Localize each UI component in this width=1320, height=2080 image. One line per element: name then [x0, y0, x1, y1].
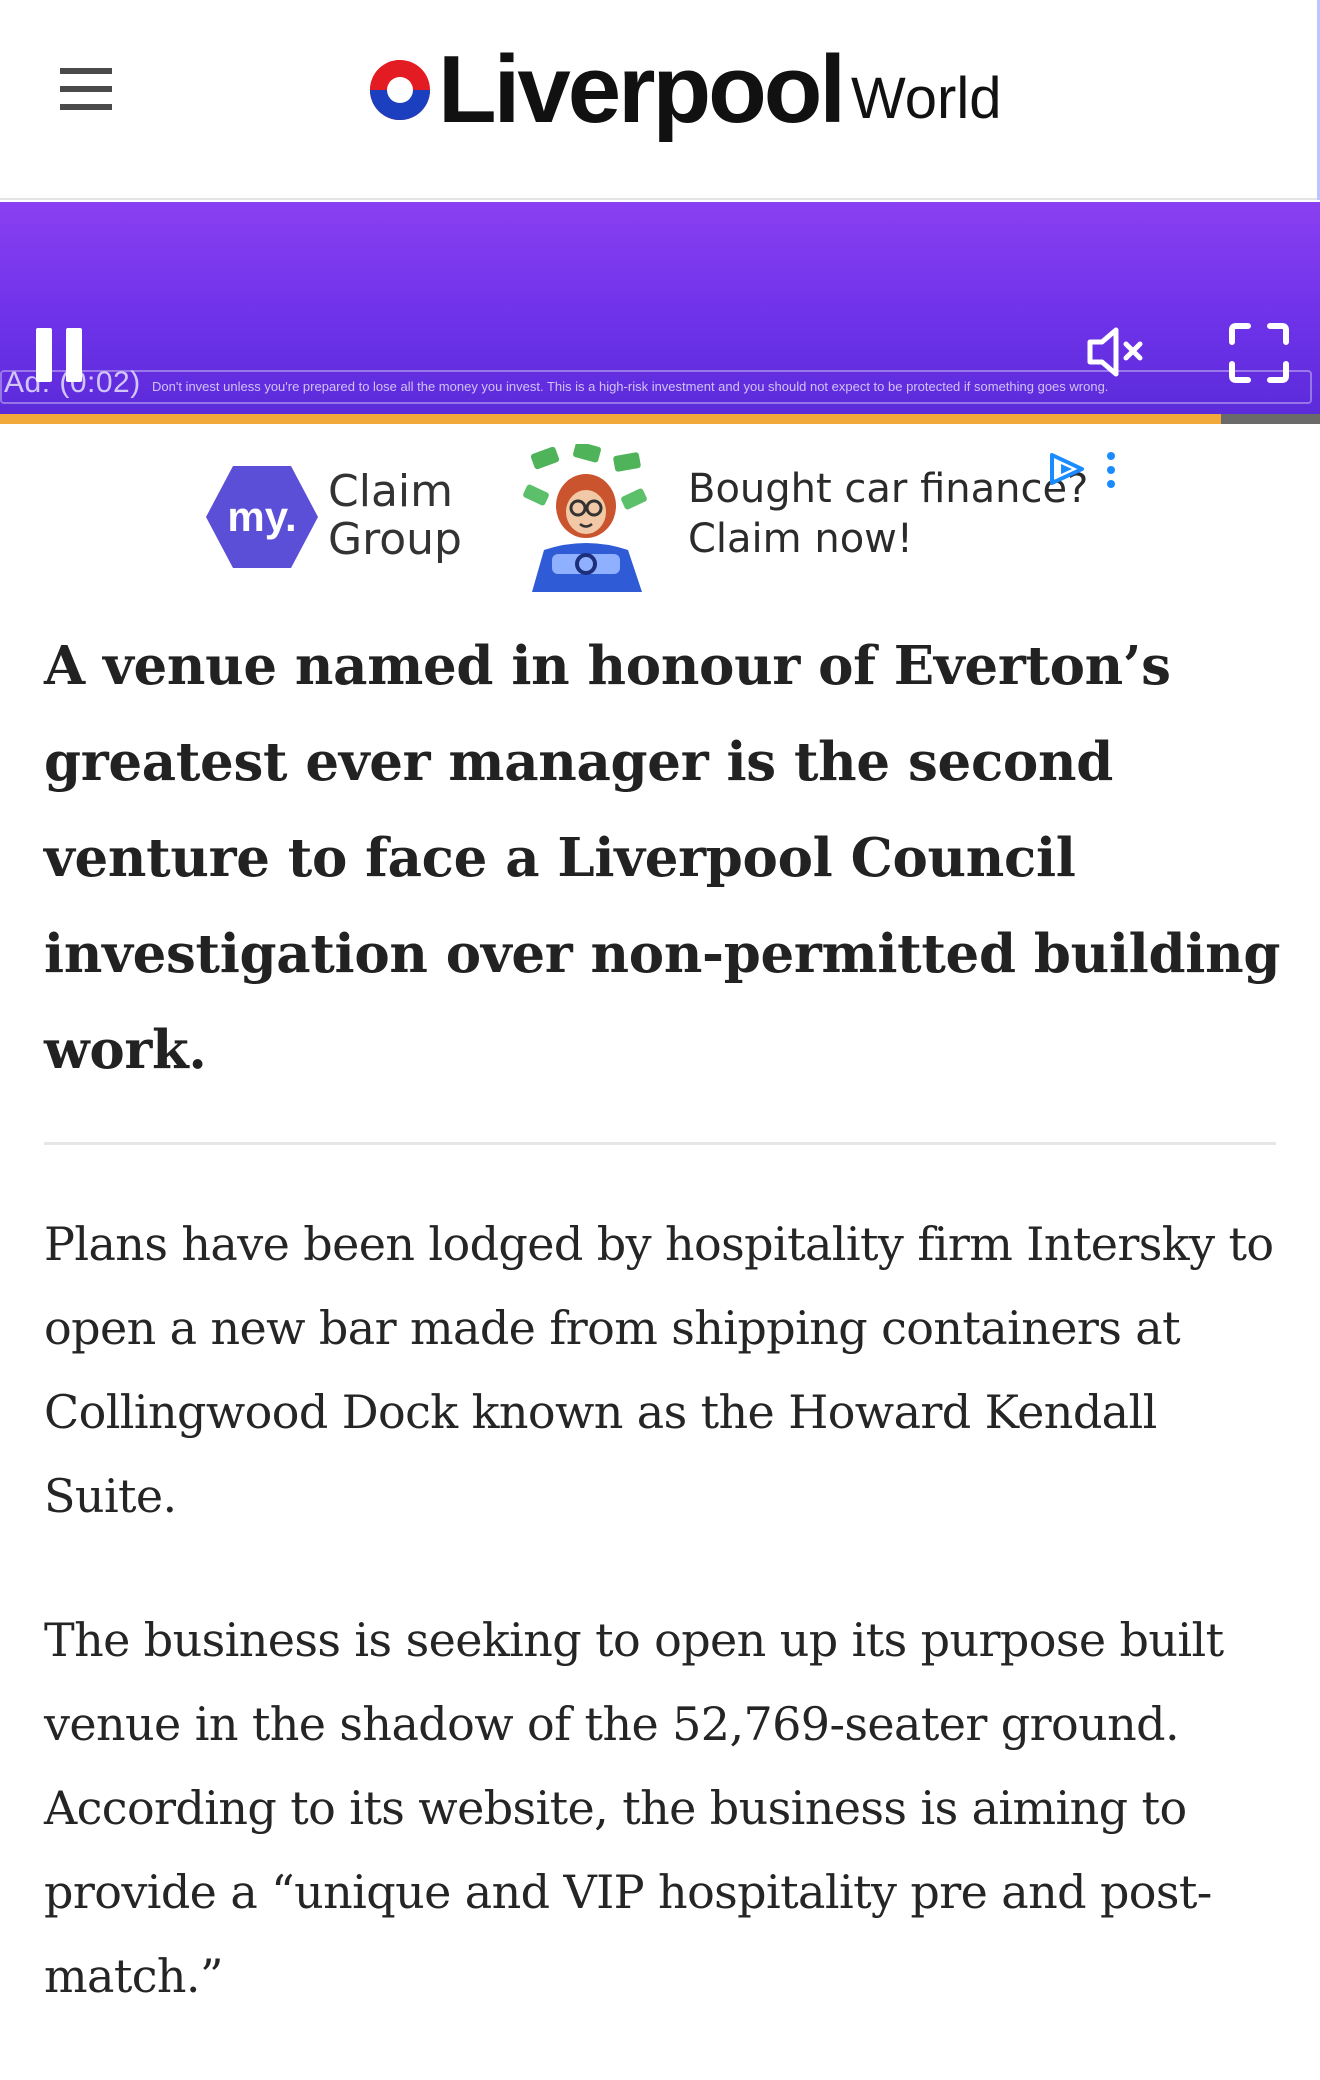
ad-progress-bar — [0, 414, 1320, 424]
mute-icon[interactable] — [1084, 322, 1148, 382]
claim-group-logo: my. — [204, 464, 320, 570]
fullscreen-icon[interactable] — [1228, 322, 1290, 384]
logo-subtitle: World — [851, 66, 1002, 131]
ad-menu-icon[interactable] — [1104, 450, 1118, 490]
logo-circle-icon — [368, 58, 432, 122]
hamburger-menu-icon[interactable] — [56, 68, 120, 114]
ad-illustration-icon — [522, 441, 652, 592]
ad-progress-fill — [0, 414, 1221, 424]
article-paragraph: The business is seeking to open up its p… — [44, 1613, 1224, 2003]
claim-group-brand: Claim Group — [328, 466, 462, 565]
adchoices-icon[interactable] — [1048, 452, 1086, 486]
site-logo[interactable]: Liverpool World — [368, 30, 1001, 150]
site-header: Liverpool World — [0, 0, 1320, 200]
logo-wordmark: Liverpool — [438, 36, 846, 143]
article-paragraph: Plans have been lodged by hospitality fi… — [44, 1217, 1274, 1523]
ad-copy: Bought car finance? Claim now! — [688, 466, 1089, 562]
video-ad[interactable]: Don't invest unless you're prepared to l… — [0, 202, 1320, 424]
headline-divider — [44, 1142, 1276, 1145]
article-headline: A venue named in honour of Everton’s gre… — [44, 635, 1281, 1081]
display-ad[interactable]: my. Claim Group Bought car finance? Clai… — [0, 428, 1320, 598]
pause-icon[interactable] — [34, 328, 90, 386]
